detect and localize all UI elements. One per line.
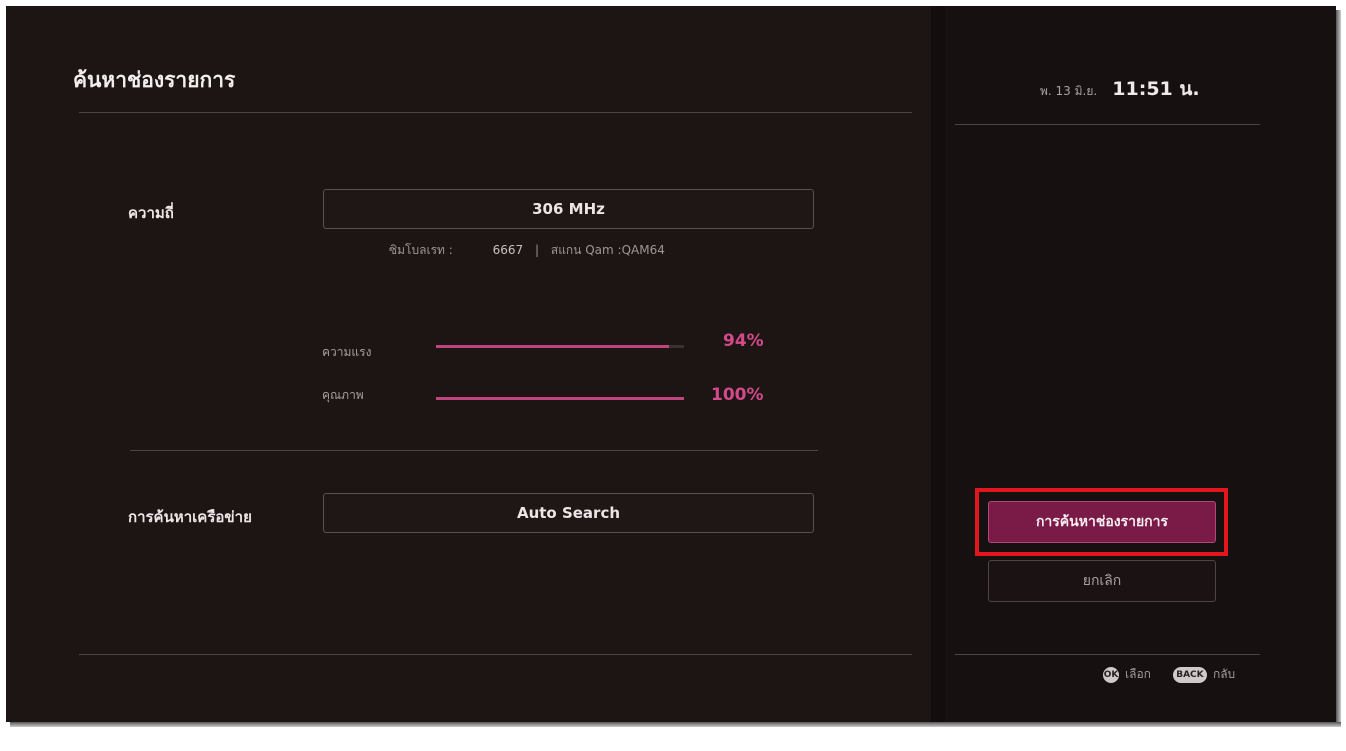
signal-strength-label: ความแรง (322, 345, 372, 359)
frequency-field[interactable]: 306 MHz (323, 189, 814, 229)
signal-quality-fill (436, 397, 684, 400)
signal-strength-fill (436, 345, 670, 348)
page-title: ค้นหาช่องรายการ (73, 68, 236, 92)
clock: พ. 13 มิ.ย. 11:51 น. (1040, 74, 1200, 104)
symbol-rate-label: ซิมโบลเรท : (389, 243, 453, 257)
screen-shadow-right (1336, 10, 1341, 726)
signal-strength-bar (436, 345, 684, 348)
details-separator: | (535, 243, 540, 257)
signal-quality-bar (436, 397, 684, 400)
network-search-label: การค้นหาเครือข่าย (128, 508, 252, 526)
back-key-icon: BACK (1172, 666, 1207, 683)
ok-key-icon: OK (1103, 666, 1119, 683)
tv-screen (6, 6, 1336, 722)
channel-search-panel (6, 6, 931, 722)
symbol-rate-value: 6667 (492, 243, 524, 257)
side-panel (931, 6, 1336, 722)
side-header-divider (955, 124, 1260, 125)
cancel-button[interactable]: ยกเลิก (988, 560, 1216, 602)
network-search-field[interactable]: Auto Search (323, 493, 814, 533)
time-text: 11:51 น. (1112, 78, 1200, 100)
ok-hint-label: เลือก (1125, 667, 1151, 681)
back-hint-label: กลับ (1212, 667, 1236, 681)
frequency-label: ความถี่ (128, 204, 174, 222)
screen-shadow-bottom (10, 722, 1341, 727)
bottom-divider (79, 654, 912, 655)
signal-quality-label: คุณภาพ (322, 388, 364, 402)
qam-scan-text: สแกน Qam :QAM64 (550, 243, 665, 257)
title-divider (79, 112, 912, 113)
frequency-details: ซิมโบลเรท : 6667 | สแกน Qam :QAM64 (389, 241, 665, 260)
date-text: พ. 13 มิ.ย. (1040, 84, 1098, 98)
focus-highlight-box (975, 488, 1228, 556)
key-hints: OK เลือก BACK กลับ (1103, 665, 1235, 684)
side-bottom-divider (955, 654, 1260, 655)
signal-quality-value: 100% (711, 385, 764, 405)
signal-strength-value: 94% (723, 331, 764, 351)
section-divider (130, 450, 818, 451)
